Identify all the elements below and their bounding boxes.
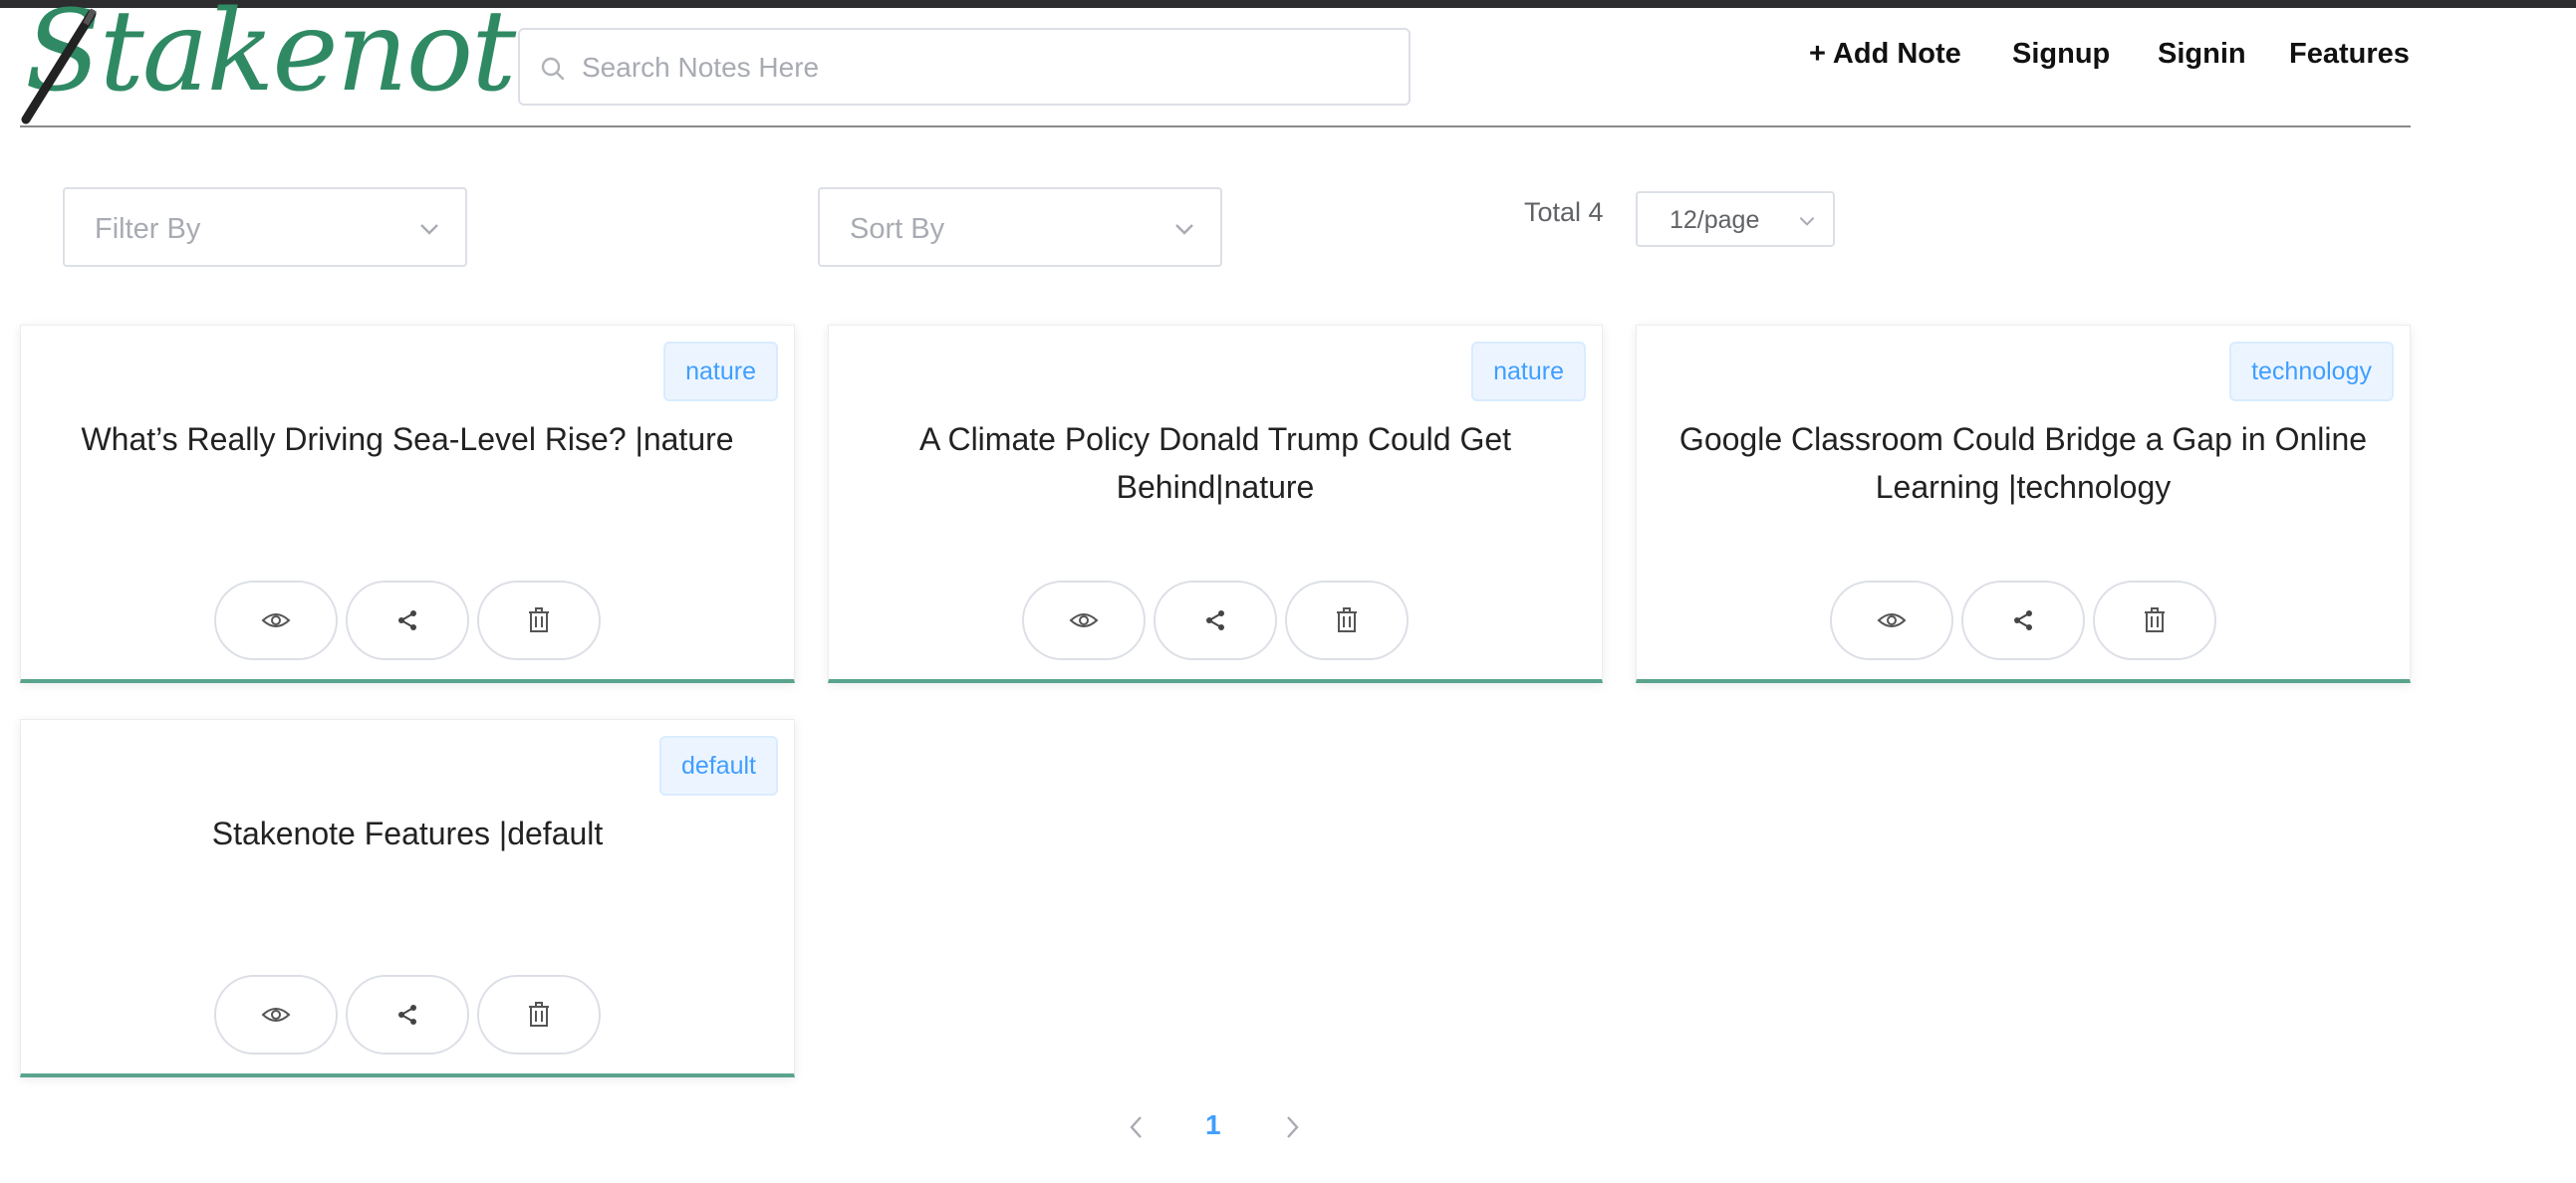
share-icon <box>1206 610 1224 630</box>
total-count: Total 4 <box>1524 197 1604 227</box>
chevron-right-icon[interactable] <box>1281 1113 1303 1141</box>
note-actions <box>1637 581 2410 660</box>
eye-icon <box>1877 613 1907 627</box>
delete-button[interactable] <box>1285 581 1409 660</box>
share-icon <box>2014 610 2032 630</box>
share-button[interactable] <box>346 975 469 1055</box>
trash-icon <box>529 1002 549 1027</box>
sort-placeholder: Sort By <box>850 213 945 245</box>
filter-select[interactable]: Filter By <box>63 187 467 267</box>
trash-icon <box>1337 607 1357 632</box>
note-tag[interactable]: technology <box>2229 342 2394 401</box>
delete-button[interactable] <box>2093 581 2216 660</box>
note-card: nature What’s Really Driving Sea-Level R… <box>20 325 795 683</box>
delete-button[interactable] <box>477 581 601 660</box>
page-size-select[interactable]: 12/page <box>1636 191 1835 247</box>
note-title: Stakenote Features |default <box>211 816 604 851</box>
view-button[interactable] <box>1022 581 1146 660</box>
chevron-left-icon[interactable] <box>1126 1113 1148 1141</box>
search-box[interactable] <box>518 28 1411 106</box>
note-actions <box>829 581 1602 660</box>
chevron-down-icon <box>1799 216 1815 226</box>
eye-icon <box>261 1008 291 1022</box>
note-card: default Stakenote Features |default <box>20 719 795 1077</box>
search-input[interactable] <box>580 42 1381 94</box>
header: Stakenote + Add Note Signup Signin Featu… <box>20 0 2411 127</box>
signup-link[interactable]: Signup <box>2012 38 2110 71</box>
share-icon <box>398 610 416 630</box>
chevron-down-icon <box>1175 224 1193 235</box>
add-note-link[interactable]: + Add Note <box>1809 38 1961 71</box>
delete-button[interactable] <box>477 975 601 1055</box>
note-title: A Climate Policy Donald Trump Could Get … <box>918 421 1512 505</box>
pen-icon <box>21 8 97 124</box>
pagination: 1 <box>1116 1105 1315 1149</box>
view-button[interactable] <box>214 975 338 1055</box>
chevron-down-icon <box>420 224 438 235</box>
eye-icon <box>1069 613 1099 627</box>
eye-icon <box>261 613 291 627</box>
logo[interactable]: Stakenote <box>20 0 581 125</box>
note-card: nature A Climate Policy Donald Trump Cou… <box>828 325 1603 683</box>
view-button[interactable] <box>1830 581 1953 660</box>
page-number-current[interactable]: 1 <box>1205 1109 1221 1141</box>
note-title: Google Classroom Could Bridge a Gap in O… <box>1678 421 2368 505</box>
share-button[interactable] <box>1961 581 2085 660</box>
note-actions <box>21 975 794 1055</box>
filter-placeholder: Filter By <box>95 213 201 245</box>
search-icon <box>541 57 565 81</box>
view-button[interactable] <box>214 581 338 660</box>
note-tag[interactable]: nature <box>1471 342 1586 401</box>
features-link[interactable]: Features <box>2289 38 2410 71</box>
trash-icon <box>2145 607 2165 632</box>
note-tag[interactable]: default <box>658 736 778 796</box>
share-button[interactable] <box>1154 581 1277 660</box>
page-size-value: 12/page <box>1670 206 1760 234</box>
sort-select[interactable]: Sort By <box>818 187 1222 267</box>
share-button[interactable] <box>346 581 469 660</box>
share-icon <box>398 1005 416 1025</box>
trash-icon <box>529 607 549 632</box>
note-card: technology Google Classroom Could Bridge… <box>1636 325 2411 683</box>
note-tag[interactable]: nature <box>663 342 778 401</box>
signin-link[interactable]: Signin <box>2158 38 2246 71</box>
note-title: What’s Really Driving Sea-Level Rise? |n… <box>81 421 734 457</box>
note-actions <box>21 581 794 660</box>
